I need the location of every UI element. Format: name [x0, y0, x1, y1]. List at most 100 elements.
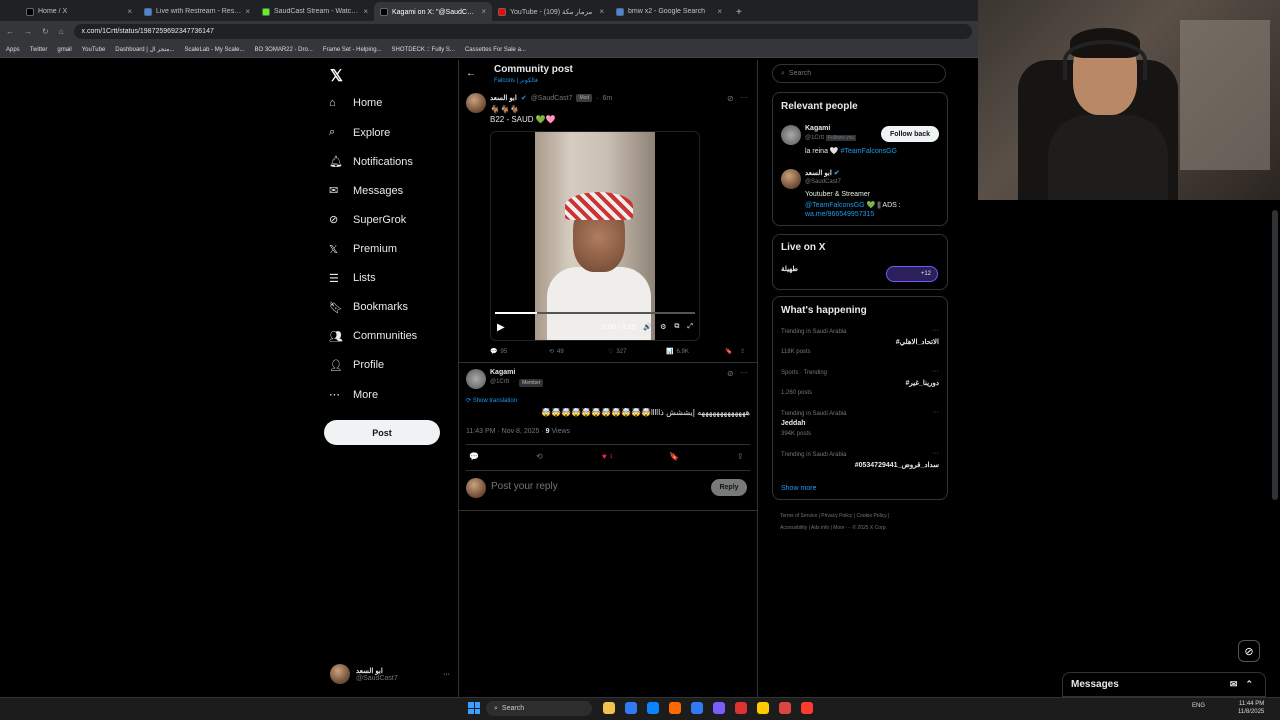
person-name[interactable]: Kagami [805, 125, 830, 132]
forward-icon[interactable]: → [24, 27, 32, 36]
browser-tab[interactable]: Kagami on X: "@SaudCast7 😂× [374, 2, 492, 21]
language-indicator[interactable]: ENG [1192, 703, 1205, 709]
person-bio-link[interactable]: wa.me/966549957315 [805, 211, 874, 218]
browser-tab[interactable]: Live with Restream - Restream × [138, 2, 256, 21]
bookmark-item[interactable]: BO 3OMAR22 - Dro... [254, 47, 312, 53]
person-avatar[interactable] [781, 169, 801, 189]
close-tab-icon[interactable]: × [599, 7, 604, 16]
nav-item-bookmarks[interactable]: 🔖︎ Bookmarks [329, 301, 408, 314]
taskbar-app-icon[interactable] [625, 702, 637, 714]
bookmark-item[interactable]: Dashboard | متجر ال... [115, 46, 174, 53]
grok-floating-icon[interactable]: ⊘ [1238, 640, 1260, 662]
close-tab-icon[interactable]: × [245, 7, 250, 16]
bookmark-item[interactable]: ScaleLab - My Scale... [184, 47, 244, 53]
back-icon[interactable]: ← [6, 27, 14, 36]
post-author-name[interactable]: ابو السعد [490, 94, 517, 102]
taskbar-app-icon[interactable] [669, 702, 681, 714]
url-input[interactable]: x.com/1Crtt/status/1987259692347736147 [73, 24, 972, 39]
volume-icon[interactable]: 🔊 [643, 323, 652, 331]
taskbar-app-icon[interactable] [735, 702, 747, 714]
reply-author-avatar[interactable] [466, 369, 486, 389]
repost-action[interactable]: ⟲ 49 [549, 348, 564, 356]
pip-icon[interactable]: ⧉ [674, 323, 679, 331]
reply-author-handle[interactable]: @1Crtt [490, 379, 509, 387]
reply-share-button[interactable]: ⇪ [737, 452, 744, 461]
new-tab-icon[interactable]: + [728, 7, 750, 21]
reply-action[interactable]: 💬 95 [490, 348, 507, 356]
person-avatar[interactable] [781, 125, 801, 145]
live-space-name[interactable]: طهيلة [781, 265, 798, 273]
back-arrow-icon[interactable]: ← [466, 68, 476, 79]
community-link[interactable]: Falcons | فالكونز [494, 77, 538, 84]
reply-repost-button[interactable]: ⟲ [536, 452, 543, 461]
nav-item-messages[interactable]: ✉ Messages [329, 184, 403, 198]
close-tab-icon[interactable]: × [363, 7, 368, 16]
footer-links[interactable]: Terms of Service | Privacy Policy | Cook… [780, 513, 889, 519]
nav-item-more[interactable]: ⋯ More [329, 388, 378, 402]
post-author-avatar[interactable] [466, 93, 486, 113]
browser-tab[interactable]: Home / X × [20, 2, 138, 21]
trend-topic[interactable]: #دورينا_غير [781, 379, 939, 387]
bookmark-item[interactable]: Frame Set - Helping... [323, 47, 382, 53]
fullscreen-icon[interactable]: ⤢ [687, 323, 693, 331]
browser-tab[interactable]: SaudCast Stream - Watch Live × [256, 2, 374, 21]
video-player[interactable]: ▶ 0:06 / 0:29 🔊 ⚙ ⧉ ⤢ [490, 131, 700, 341]
post-time[interactable]: 6m [603, 95, 613, 102]
windows-start-icon[interactable] [468, 702, 480, 714]
person-bio-link[interactable]: @TeamFalconsGG [805, 202, 865, 209]
taskbar-app-icon[interactable] [801, 702, 813, 714]
play-icon[interactable]: ▶ [497, 322, 505, 333]
taskbar-search[interactable]: ⌕ Search [486, 701, 592, 716]
browser-tab[interactable]: bmw x2 - Google Search × [610, 2, 728, 21]
share-action[interactable]: ⇪ [740, 348, 745, 355]
reply-reply-button[interactable]: 💬 [469, 452, 479, 461]
reply-like-button[interactable]: ♥ 1 [602, 452, 613, 461]
nav-item-home[interactable]: ⌂ Home [329, 97, 382, 109]
live-listeners[interactable]: +12 [886, 266, 938, 282]
nav-item-supergrok[interactable]: ⊘ SuperGrok [329, 213, 406, 227]
browser-tab[interactable]: YouTube - مزمار مكة (109) × [492, 2, 610, 21]
trend-topic[interactable]: #الاتحاد_الاهلي [781, 338, 939, 346]
reply-input[interactable]: Post your reply [491, 481, 691, 492]
nav-item-lists[interactable]: ☰ Lists [329, 272, 376, 285]
bookmark-item[interactable]: gmail [57, 47, 71, 53]
reply-timestamp[interactable]: 11:43 PM · Nov 8, 2025 [466, 428, 539, 435]
trend-topic[interactable]: Jeddah [781, 420, 939, 427]
post-author-handle[interactable]: @SaudCast7 [531, 95, 573, 102]
taskbar-app-icon[interactable] [757, 702, 769, 714]
nav-item-communities[interactable]: 👥︎ Communities [329, 330, 417, 343]
bookmark-item[interactable]: YouTube [82, 47, 106, 53]
bookmark-item[interactable]: Twitter [30, 47, 48, 53]
close-tab-icon[interactable]: × [717, 7, 722, 16]
trend-topic[interactable]: #سداد_قروض_0534729441 [781, 461, 939, 469]
taskbar-app-icon[interactable] [713, 702, 725, 714]
search-input[interactable]: ⌕ Search [772, 64, 946, 83]
close-tab-icon[interactable]: × [481, 7, 486, 16]
taskbar-app-icon[interactable] [647, 702, 659, 714]
taskbar-app-icon[interactable] [779, 702, 791, 714]
bookmark-action[interactable]: 🔖 [725, 348, 732, 355]
clock[interactable]: 11:44 PM 11/8/2025 [1238, 700, 1264, 716]
trend-more-icon[interactable]: ··· [932, 450, 939, 457]
taskbar-app-icon[interactable] [603, 702, 615, 714]
messages-drawer[interactable]: Messages ✉ ⌃ [1062, 672, 1266, 697]
nav-item-profile[interactable]: 👤︎ Profile [329, 359, 384, 372]
person-bio-link[interactable]: #TeamFalconsGG [841, 148, 897, 155]
x-logo-icon[interactable]: 𝕏 [330, 66, 343, 86]
expand-icon[interactable]: ⌃ [1245, 679, 1253, 690]
bookmark-item[interactable]: Cassettes For Sale a... [465, 47, 526, 53]
post-button[interactable]: Post [324, 420, 440, 445]
more-options-icon[interactable]: ··· [740, 368, 748, 377]
compose-message-icon[interactable]: ✉ [1230, 679, 1238, 690]
settings-icon[interactable]: ⚙ [660, 323, 666, 331]
home-browser-icon[interactable]: ⌂ [59, 27, 64, 36]
person-name[interactable]: ابو السعد [805, 170, 832, 177]
grok-icon[interactable]: ⊘ [727, 369, 734, 378]
reload-icon[interactable]: ↻ [42, 27, 49, 36]
show-more-link[interactable]: Show more [781, 485, 816, 492]
bookmark-item[interactable]: Apps [6, 47, 20, 53]
nav-item-explore[interactable]: ⌕ Explore [329, 126, 390, 139]
more-options-icon[interactable]: ··· [740, 93, 748, 102]
trend-more-icon[interactable]: ··· [932, 409, 939, 416]
nav-item-notifications[interactable]: 🔔︎ Notifications [329, 155, 413, 169]
